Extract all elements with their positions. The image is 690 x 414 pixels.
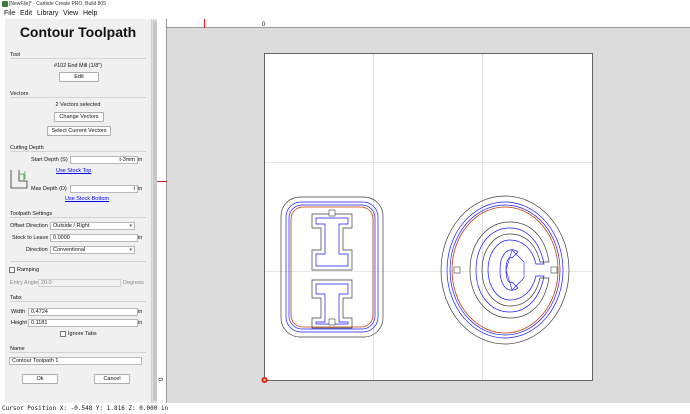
stock-material	[264, 53, 593, 381]
tab-marker-icon[interactable]	[550, 266, 558, 274]
ruler-top-zero-label: 0	[262, 22, 266, 28]
ruler-left-zero-label: 0	[159, 377, 165, 381]
origin-marker-center	[263, 378, 266, 382]
cursor-position: Cursor Position X: -0.548 Y: 1.816 Z: 0.…	[2, 405, 169, 412]
canvas-drawing: 0 0	[157, 19, 593, 383]
tab-marker-icon[interactable]	[328, 318, 336, 326]
tab-marker-icon[interactable]	[328, 209, 336, 217]
tab-marker-icon[interactable]	[453, 266, 461, 274]
status-bar: Cursor Position X: -0.548 Y: 1.816 Z: 0.…	[0, 403, 690, 414]
